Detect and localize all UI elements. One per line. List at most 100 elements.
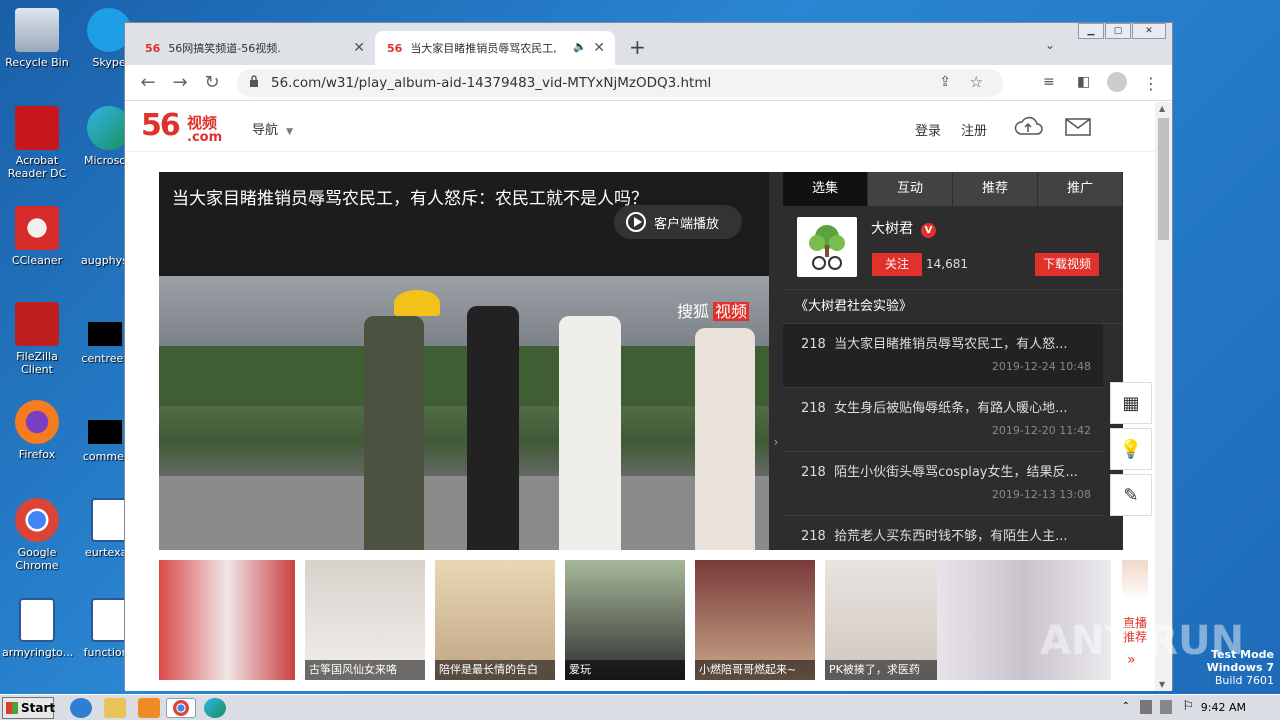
- episode-item[interactable]: 218 陌生小伙街头辱骂cosplay女生，结果反... 2019-12-13 …: [783, 452, 1103, 516]
- bookmark-star-icon[interactable]: ☆: [970, 73, 983, 91]
- tray-flag-icon[interactable]: ⚐: [1182, 699, 1194, 714]
- watermark-text-a: 搜狐: [677, 302, 710, 321]
- media-player-taskbar-icon[interactable]: [138, 698, 160, 718]
- tray-network-icon[interactable]: [1140, 700, 1152, 714]
- windows-flag-icon: [6, 702, 18, 714]
- upload-cloud-icon[interactable]: [1013, 114, 1043, 138]
- desktop-icon-label: Acrobat Reader DC: [7, 154, 67, 180]
- address-bar[interactable]: 56.com/w31/play_album-aid-14379483_vid-M…: [237, 69, 1003, 97]
- live-thumbnail[interactable]: 陪伴是最长情的告白: [435, 560, 555, 680]
- page-scrollbar[interactable]: ▲ ▼: [1155, 102, 1172, 691]
- desktop-icon-ccleaner[interactable]: CCleaner: [2, 206, 72, 267]
- tab-56-funny[interactable]: 56 56网搞笑频道-56视频. ✕: [133, 31, 375, 65]
- explorer-taskbar-icon[interactable]: [104, 698, 126, 718]
- live-thumbnail[interactable]: 小燃陪哥哥燃起来~: [695, 560, 815, 680]
- episode-number: 218: [801, 337, 826, 352]
- tray-volume-icon[interactable]: [1160, 700, 1172, 714]
- tab-promote[interactable]: 推广: [1038, 172, 1123, 206]
- nav-menu[interactable]: 导航 ▼: [252, 119, 293, 138]
- live-thumbnail[interactable]: PK被揍了，求医药: [825, 560, 945, 680]
- menu-kebab-icon[interactable]: ⋮: [1143, 74, 1159, 93]
- video-player[interactable]: 当大家目睹推销员辱骂农民工，有人怒斥：农民工就不是人吗？ 客户端播放 搜狐 视频: [159, 172, 769, 550]
- new-tab-button[interactable]: +: [629, 35, 646, 59]
- register-link[interactable]: 注册: [961, 120, 987, 139]
- client-play-button[interactable]: 客户端播放: [614, 205, 742, 239]
- speaker-icon[interactable]: 🔈: [573, 40, 587, 53]
- close-tab-icon[interactable]: ✕: [593, 40, 605, 56]
- scroll-down-arrow-icon[interactable]: ▼: [1159, 680, 1165, 689]
- thumbnail-caption: PK被揍了，求医药: [825, 660, 945, 680]
- ie-taskbar-icon[interactable]: [70, 698, 92, 718]
- media-control-icon[interactable]: ≡: [1043, 74, 1055, 90]
- qr-code-icon[interactable]: ▦: [1110, 382, 1152, 424]
- desktop-icon-recycle-bin[interactable]: Recycle Bin: [2, 8, 72, 69]
- desktop-icon-chrome[interactable]: Google Chrome: [2, 498, 72, 572]
- word-doc-icon: [19, 598, 55, 642]
- edge-taskbar-icon[interactable]: [204, 698, 226, 718]
- tab-search-chevron-icon[interactable]: ⌄: [1045, 38, 1055, 52]
- thumbnail-caption: 古筝国风仙女来咯: [305, 660, 425, 680]
- site-logo[interactable]: 56 视频 .com: [141, 108, 222, 145]
- close-window-button[interactable]: ✕: [1132, 23, 1166, 39]
- author-name-row[interactable]: 大树君 V: [871, 218, 936, 238]
- episode-title: 拾荒老人买东西时钱不够，有陌生人主...: [834, 529, 1068, 544]
- live-recommend-strip: 古筝国风仙女来咯 陪伴是最长情的告白 爱玩 小燃陪哥哥燃起来~ PK被揍了，求医…: [125, 550, 1155, 691]
- ccleaner-icon: [15, 206, 59, 250]
- tab-interact[interactable]: 互动: [868, 172, 953, 206]
- live-thumbnail[interactable]: [159, 560, 295, 680]
- profile-avatar-icon[interactable]: [1107, 72, 1127, 92]
- filezilla-icon: [15, 302, 59, 346]
- playlist-sidebar: 选集 互动 推荐 推广 大树君 V 关注 14,681 下载视频 《大树君社会实验…: [783, 172, 1123, 580]
- scroll-up-arrow-icon[interactable]: ▲: [1159, 104, 1165, 113]
- watermark-text-b: 视频: [713, 302, 750, 321]
- maximize-button[interactable]: ▢: [1105, 23, 1131, 39]
- author-avatar[interactable]: [797, 217, 857, 277]
- desktop-icon-label: Recycle Bin: [5, 56, 69, 69]
- desktop-icon-armyringto[interactable]: armyringto...: [2, 598, 73, 659]
- thumbnail-caption: 小燃陪哥哥燃起来~: [695, 660, 815, 680]
- tab-title: 当大家目睹推销员辱骂农民工,: [410, 42, 557, 55]
- live-thumbnail[interactable]: 爱玩: [565, 560, 685, 680]
- tab-episodes[interactable]: 选集: [783, 172, 868, 206]
- tab-strip: 56 56网搞笑频道-56视频. ✕ 56 当大家目睹推销员辱骂农民工, 🔈 ✕…: [125, 23, 1172, 65]
- back-button[interactable]: ←: [137, 73, 159, 93]
- video-title: 当大家目睹推销员辱骂农民工，有人怒斥：农民工就不是人吗？: [172, 189, 648, 209]
- taskbar-clock[interactable]: 9:42 AM: [1201, 701, 1246, 714]
- side-panel-icon[interactable]: ◧: [1077, 74, 1090, 90]
- chrome-taskbar-icon[interactable]: [166, 698, 196, 718]
- desktop-icon-firefox[interactable]: Firefox: [2, 400, 72, 461]
- download-video-button[interactable]: 下载视频: [1035, 253, 1099, 276]
- tab-active-video[interactable]: 56 当大家目睹推销员辱骂农民工, 🔈 ✕: [375, 31, 615, 65]
- album-title[interactable]: 《大树君社会实验》: [783, 290, 1123, 324]
- nav-caret-icon: ▼: [286, 127, 294, 137]
- tray-expand-icon[interactable]: ⌃: [1122, 701, 1130, 712]
- episode-item[interactable]: 218 当大家目睹推销员辱骂农民工，有人怒... 2019-12-24 10:4…: [783, 324, 1103, 388]
- episode-title: 当大家目睹推销员辱骂农民工，有人怒...: [834, 337, 1068, 352]
- desktop-icon-label: Google Chrome: [15, 546, 59, 572]
- verified-badge-icon: V: [921, 223, 936, 238]
- url-text: 56.com/w31/play_album-aid-14379483_vid-M…: [271, 75, 712, 91]
- desktop-icon-filezilla[interactable]: FileZilla Client: [2, 302, 72, 376]
- reload-button[interactable]: ↻: [201, 73, 223, 93]
- live-thumbnail[interactable]: 古筝国风仙女来咯: [305, 560, 425, 680]
- lightbulb-icon[interactable]: 💡: [1110, 428, 1152, 470]
- desktop-icon-acrobat[interactable]: Acrobat Reader DC: [2, 106, 72, 180]
- tab-recommend[interactable]: 推荐: [953, 172, 1038, 206]
- episode-date: 2019-12-20 11:42: [991, 424, 1091, 437]
- window-controls: ▁ ▢ ✕: [1077, 23, 1166, 41]
- share-icon[interactable]: ⇪: [939, 74, 951, 90]
- video-frame[interactable]: 搜狐 视频: [159, 276, 769, 550]
- follow-button[interactable]: 关注: [872, 253, 922, 276]
- close-tab-icon[interactable]: ✕: [353, 40, 365, 56]
- login-link[interactable]: 登录: [915, 120, 941, 139]
- forward-button[interactable]: →: [169, 73, 191, 93]
- start-button[interactable]: Start: [2, 697, 55, 719]
- scrollbar-thumb[interactable]: [1158, 118, 1169, 240]
- word-doc-icon: [91, 498, 127, 542]
- episode-item[interactable]: 218 女生身后被贴侮辱纸条，有路人暖心地... 2019-12-20 11:4…: [783, 388, 1103, 452]
- minimize-button[interactable]: ▁: [1078, 23, 1104, 39]
- mail-icon[interactable]: [1065, 118, 1091, 136]
- collapse-panel-arrow-icon[interactable]: ›: [769, 172, 783, 550]
- episode-title-row: 218 女生身后被贴侮辱纸条，有路人暖心地...: [801, 397, 1091, 416]
- feedback-edit-icon[interactable]: ✎: [1110, 474, 1152, 516]
